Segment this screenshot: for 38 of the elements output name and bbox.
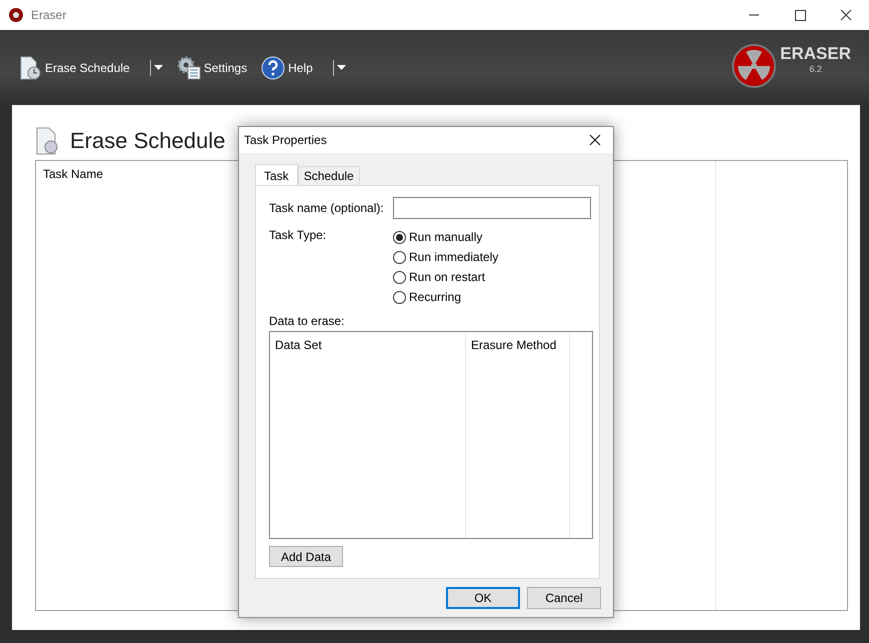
logo-text: ERASER <box>780 44 851 64</box>
dialog-button[interactable]: OK <box>446 587 520 609</box>
radio-icon[interactable] <box>393 290 406 304</box>
app-icon <box>9 8 23 22</box>
help-icon <box>261 56 286 80</box>
document-clock-icon <box>18 56 42 80</box>
field-label: Task name (optional): <box>269 201 385 215</box>
dialog-title: Task Properties <box>244 133 327 147</box>
toolbar-button[interactable]: Help <box>261 56 313 80</box>
gear-icon <box>176 56 201 80</box>
tab[interactable]: Task <box>255 164 298 186</box>
radio-option[interactable]: Run immediately <box>393 250 498 264</box>
radio-icon[interactable] <box>393 270 406 284</box>
field-label: Data to erase: <box>269 314 346 328</box>
tab[interactable]: Schedule <box>298 166 360 185</box>
radio-option[interactable]: Recurring <box>393 290 498 304</box>
radio-option[interactable]: Run manually <box>393 230 498 244</box>
radio-option[interactable]: Run on restart <box>393 270 498 284</box>
version-text: 6.2 <box>808 64 823 74</box>
page-title: Erase Schedule <box>70 128 226 154</box>
toolbar-button[interactable]: Erase Schedule <box>18 56 130 80</box>
data-list[interactable]: Data Set Erasure Method <box>269 331 593 539</box>
add-data-button[interactable]: Add Data <box>269 546 343 567</box>
close-icon[interactable] <box>589 134 601 146</box>
column-header: Data Set <box>275 338 322 352</box>
radiation-logo-icon <box>732 44 776 88</box>
column-header: Erasure Method <box>471 338 556 352</box>
column-header: Task Name <box>43 167 104 181</box>
window-title: Eraser <box>31 8 66 22</box>
field-label: Task Type: <box>269 228 328 244</box>
document-clock-icon <box>34 127 60 155</box>
toolbar-button[interactable]: Settings <box>176 56 248 80</box>
caret-icon[interactable] <box>336 64 346 70</box>
input-field[interactable] <box>392 197 591 219</box>
radio-icon[interactable] <box>393 250 406 264</box>
caret-icon[interactable] <box>154 64 163 70</box>
dialog-button[interactable]: Cancel <box>527 587 601 609</box>
radio-icon[interactable] <box>393 230 406 244</box>
